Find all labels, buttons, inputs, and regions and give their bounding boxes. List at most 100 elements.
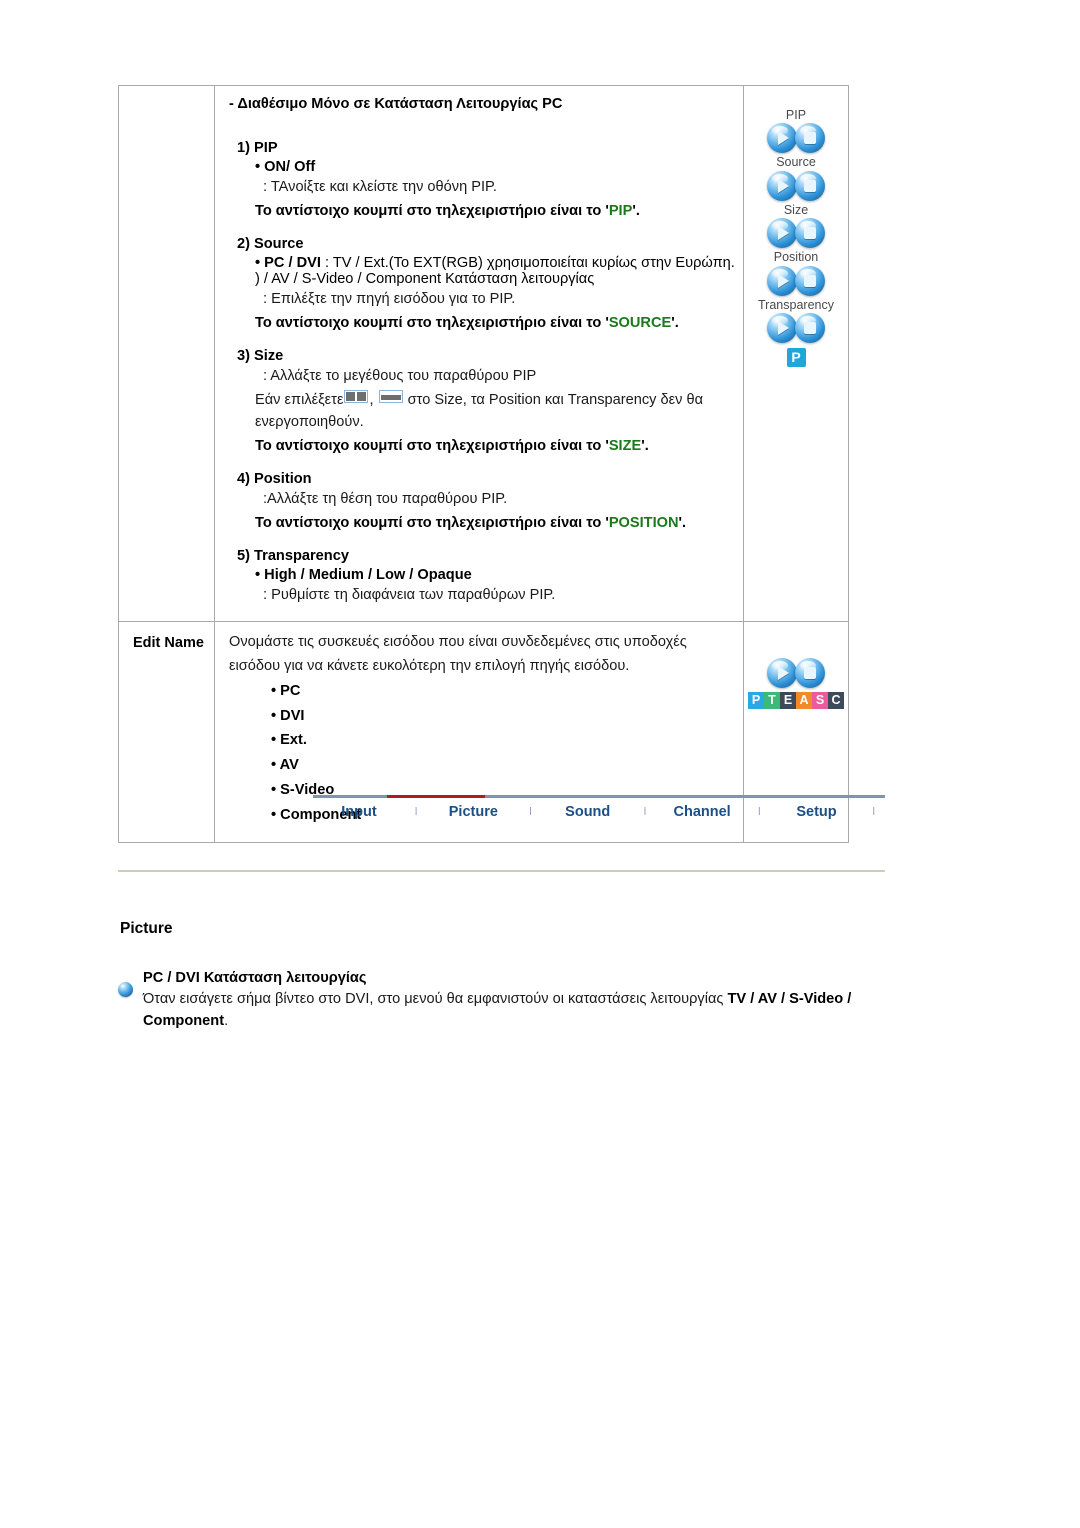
size-detail-mid: , [369, 391, 378, 408]
remote-button-caption-source: Source [776, 155, 816, 170]
tab-picture[interactable]: Picture [427, 804, 519, 820]
p-badge-wrap: P [748, 345, 844, 367]
stop-button-icon[interactable] [795, 123, 825, 154]
size-detail: : Αλλάξτε το μεγέθους του παραθύρου PIP [263, 368, 537, 385]
remote-button-caption-position: Position [773, 250, 819, 265]
remote-button-caption-size: Size [783, 202, 809, 217]
size-detail-2: Εάν επιλέξετε, στο Size, τα Position και… [229, 389, 735, 434]
section-title-position: 4) Position [237, 470, 312, 487]
tab-setup[interactable]: Setup [771, 804, 863, 820]
stop-button-icon[interactable] [795, 170, 825, 201]
pip-size-vertical-split-icon [344, 389, 369, 403]
list-item: • PC [271, 682, 301, 699]
remote-button-group-transparency: Transparency [748, 298, 844, 343]
note-body-post: . [224, 1013, 229, 1030]
bullet-orb-icon [118, 982, 133, 997]
play-button-icon[interactable] [767, 218, 797, 249]
tab-channel[interactable]: Channel [656, 804, 748, 820]
active-tab-indicator [387, 795, 485, 798]
source-remote-note: Το αντίστοιχο κουμπί στο τηλεχειριστήριο… [229, 313, 735, 334]
tab-bar: Input l Picture l Sound l Channel l Setu… [313, 795, 885, 820]
tab-sound[interactable]: Sound [542, 804, 634, 820]
letter-chip-a: A [796, 691, 812, 709]
position-remote-pre: Το αντίστοιχο κουμπί στο τηλεχειριστήριο… [255, 514, 609, 531]
tab-input[interactable]: Input [313, 804, 405, 820]
stop-button-icon[interactable] [795, 265, 825, 296]
tab-separator: l [529, 806, 532, 818]
source-bullet: • PC / DVI : TV / Ext.(Το EXT(RGB) χρησι… [229, 255, 735, 287]
row-label-cell: Edit Name [118, 620, 215, 843]
stop-button-icon[interactable] [795, 218, 825, 249]
size-remote-key: SIZE [608, 437, 642, 454]
pip-onoff-bullet: • ON/ Off [255, 159, 316, 175]
play-button-icon[interactable] [767, 312, 797, 343]
play-button-icon[interactable] [767, 657, 797, 688]
spec-table: - Διαθέσιμο Μόνο σε Κατάσταση Λειτουργία… [118, 85, 849, 843]
remote-button-group-position: Position [748, 250, 844, 296]
source-bullet-bold: • PC / DVI [255, 255, 321, 272]
section-title-size: 3) Size [237, 348, 284, 365]
letter-chip-p: P [748, 691, 764, 709]
p-badge-icon: P [786, 347, 806, 367]
list-item: • AV [271, 757, 299, 774]
list-item: • DVI [271, 707, 305, 724]
remote-button-group-edit-name: PTEASC [748, 657, 844, 709]
size-detail-pre: Εάν επιλέξετε [255, 391, 344, 408]
pip-detail: : ΤΑνοίξτε και κλείστε την οθόνη PIP. [263, 179, 497, 195]
note-body-pre: Όταν εισάγετε σήμα βίντεο στο DVI, στο μ… [143, 991, 728, 1008]
tab-separator: l [872, 806, 875, 818]
page-title: Picture [120, 920, 173, 937]
row-icons-cell: PIP Source Size Position Transparency P [743, 85, 849, 622]
letter-chip-t: T [764, 691, 780, 709]
row-label-edit-name: Edit Name [133, 634, 204, 651]
section-title-source: 2) Source [237, 236, 304, 253]
position-detail: :Αλλάξτε τη θέση του παραθύρου PIP. [263, 490, 508, 507]
pip-size-horizontal-split-icon [378, 389, 403, 403]
note-body: Όταν εισάγετε σήμα βίντεο στο DVI, στο μ… [143, 989, 898, 1033]
letter-chip-s: S [812, 691, 828, 709]
pip-remote-post: '. [632, 202, 640, 219]
play-button-icon[interactable] [767, 123, 797, 154]
source-remote-post: '. [671, 314, 679, 331]
pip-remote-note: Το αντίστοιχο κουμπί στο τηλεχειριστήριο… [229, 201, 735, 222]
remote-button-caption-pip: PIP [785, 108, 807, 122]
pc-mode-note: - Διαθέσιμο Μόνο σε Κατάσταση Λειτουργία… [229, 96, 563, 112]
section-title-pip: 1) PIP [237, 140, 278, 156]
remote-button-group-source: Source [748, 155, 844, 201]
note-block: PC / DVI Κατάσταση λειτουργίας Όταν εισά… [118, 968, 898, 1033]
remote-button-caption-transparency: Transparency [758, 297, 834, 312]
size-remote-note: Το αντίστοιχο κουμπί στο τηλεχειριστήριο… [229, 436, 735, 457]
position-remote-note: Το αντίστοιχο κουμπί στο τηλεχειριστήριο… [229, 513, 735, 534]
source-bullet-rest: : TV / Ext.(Το EXT(RGB) χρησιμοποιείται … [255, 255, 735, 288]
letter-chip-e: E [780, 691, 796, 709]
size-remote-pre: Το αντίστοιχο κουμπί στο τηλεχειριστήριο… [255, 437, 609, 454]
transparency-bullet: • High / Medium / Low / Opaque [255, 566, 472, 583]
remote-button-group-pip: PIP [748, 108, 844, 154]
remote-button-group-size: Size [748, 202, 844, 249]
pip-remote-key: PIP [608, 202, 633, 219]
play-button-icon[interactable] [767, 265, 797, 296]
section-title-transparency: 5) Transparency [237, 547, 349, 564]
row-label-cell [118, 85, 215, 622]
edit-name-paragraph-line1: Ονομάστε τις συσκευές εισόδου που είναι … [229, 633, 687, 650]
stop-button-icon[interactable] [795, 312, 825, 343]
position-remote-post: '. [678, 514, 687, 531]
source-remote-pre: Το αντίστοιχο κουμπί στο τηλεχειριστήριο… [255, 314, 609, 331]
page-root: - Διαθέσιμο Μόνο σε Κατάσταση Λειτουργία… [0, 0, 1080, 1528]
tab-separator: l [414, 806, 418, 818]
size-remote-post: '. [641, 437, 649, 454]
source-detail: : Επιλέξτε την πηγή εισόδου για το PIP. [263, 291, 516, 308]
tab-separator: l [758, 806, 761, 818]
stop-button-icon[interactable] [795, 657, 825, 688]
note-title: PC / DVI Κατάσταση λειτουργίας [143, 970, 367, 986]
transparency-detail: : Ρυθμίστε τη διαφάνεια των παραθύρων PI… [263, 586, 556, 603]
pip-remote-pre: Το αντίστοιχο κουμπί στο τηλεχειριστήριο… [255, 202, 609, 219]
edit-name-paragraph-line2: εισόδου για να κάνετε ευκολότερη την επι… [229, 657, 630, 674]
play-button-icon[interactable] [767, 170, 797, 201]
source-letter-strip: PTEASC [748, 691, 844, 709]
source-remote-key: SOURCE [608, 314, 672, 331]
table-row: - Διαθέσιμο Μόνο σε Κατάσταση Λειτουργία… [118, 85, 849, 622]
section-divider [118, 870, 885, 872]
tab-separator: l [643, 806, 647, 818]
tab-rule [313, 795, 885, 798]
